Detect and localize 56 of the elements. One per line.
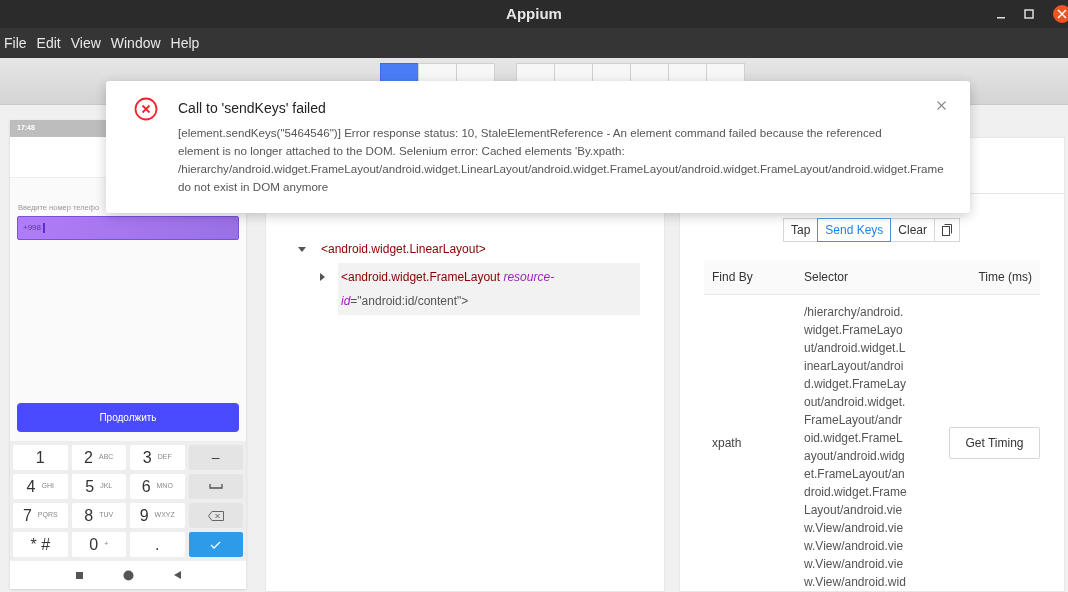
- keyboard-key[interactable]: .: [130, 532, 185, 557]
- phone-value: +998: [23, 222, 42, 235]
- column-header: Time (ms): [978, 270, 1032, 284]
- key-digit: 1: [35, 449, 45, 466]
- key-digit: 8: [84, 507, 94, 524]
- menu-item[interactable]: View: [70, 32, 101, 54]
- dialog-title: Call to 'sendKeys' failed: [178, 100, 326, 116]
- copy-icon: [942, 224, 953, 236]
- space-key[interactable]: [188, 474, 243, 499]
- column-header: Selector: [804, 270, 849, 284]
- recents-icon[interactable]: [75, 571, 83, 579]
- get-timing-button[interactable]: Get Timing: [949, 427, 1040, 459]
- key-digit: 9: [139, 507, 149, 524]
- error-icon: [134, 97, 158, 121]
- error-message: do not exist in DOM anymore: [178, 179, 329, 195]
- key-digit: 6: [141, 478, 151, 495]
- back-icon[interactable]: [173, 571, 181, 579]
- key-digit: .: [155, 536, 160, 553]
- backspace-icon: [207, 510, 224, 521]
- key-digit: 2: [84, 449, 93, 466]
- close-icon[interactable]: [1052, 4, 1068, 24]
- action-button[interactable]: Clear: [890, 218, 936, 242]
- space-icon: [208, 484, 223, 489]
- window-title: Appium: [506, 3, 562, 24]
- key-digit: 4: [26, 478, 36, 495]
- continue-button[interactable]: Продолжить: [17, 403, 239, 432]
- check-icon: [210, 540, 222, 549]
- menu-item[interactable]: File: [4, 32, 27, 54]
- action-button[interactable]: Send Keys: [817, 218, 892, 242]
- menu-item[interactable]: Edit: [36, 32, 61, 54]
- tree-node[interactable]: <android.widget.FrameLayout resource-id="android:id/content">: [338, 263, 640, 315]
- key-digit: 7: [22, 507, 32, 524]
- tree-node[interactable]: <android.widget.LinearLayout>: [318, 235, 640, 263]
- column-header: Find By: [712, 270, 753, 284]
- error-message: [element.sendKeys("5464546")] Error response status: 10, StaleElementReference - An element command failed because the referenced: [178, 125, 882, 141]
- home-icon[interactable]: [122, 569, 134, 581]
- caret-down-icon[interactable]: [298, 245, 306, 253]
- menu-item[interactable]: Help: [170, 32, 200, 54]
- table-cell-text: /hierarchy/android.widget.FrameLayout/android.widget.LinearLayout/android.widget.FrameLayout/android.widget.FrameLayout/android.widget.FrameLayout/android.widget.FrameLayout/android.widget.FrameLayout/android.view.View/android.view.View/android.view.View/android.view.View/android.wid: [804, 304, 908, 591]
- done-key[interactable]: [188, 532, 243, 557]
- menu-item[interactable]: Window: [110, 32, 161, 54]
- maximize-icon[interactable]: [1024, 9, 1034, 19]
- key-digit: 5: [85, 478, 95, 495]
- error-message: element is no longer attached to the DOM. Selenium error: Cached elements 'By.xpath:: [178, 143, 625, 159]
- keyboard-key[interactable]: * #: [13, 532, 68, 557]
- error-message: /hierarchy/android.widget.FrameLayout/android.widget.LinearLayout/android.widget.FrameLayout/android.widget.FrameLayout/android.widget.Frame: [178, 161, 944, 177]
- key-digit: * #: [30, 536, 51, 553]
- caret-right-icon[interactable]: [318, 273, 326, 281]
- table-cell: xpath: [712, 436, 742, 450]
- key-digit: 0: [89, 536, 99, 553]
- copy-button[interactable]: [934, 218, 961, 242]
- action-button[interactable]: Tap: [782, 218, 819, 242]
- key-digit: 3: [142, 449, 152, 466]
- backspace-key[interactable]: [188, 503, 243, 528]
- keyboard-key[interactable]: 1: [13, 445, 68, 470]
- keyboard-key[interactable]: –: [188, 445, 243, 470]
